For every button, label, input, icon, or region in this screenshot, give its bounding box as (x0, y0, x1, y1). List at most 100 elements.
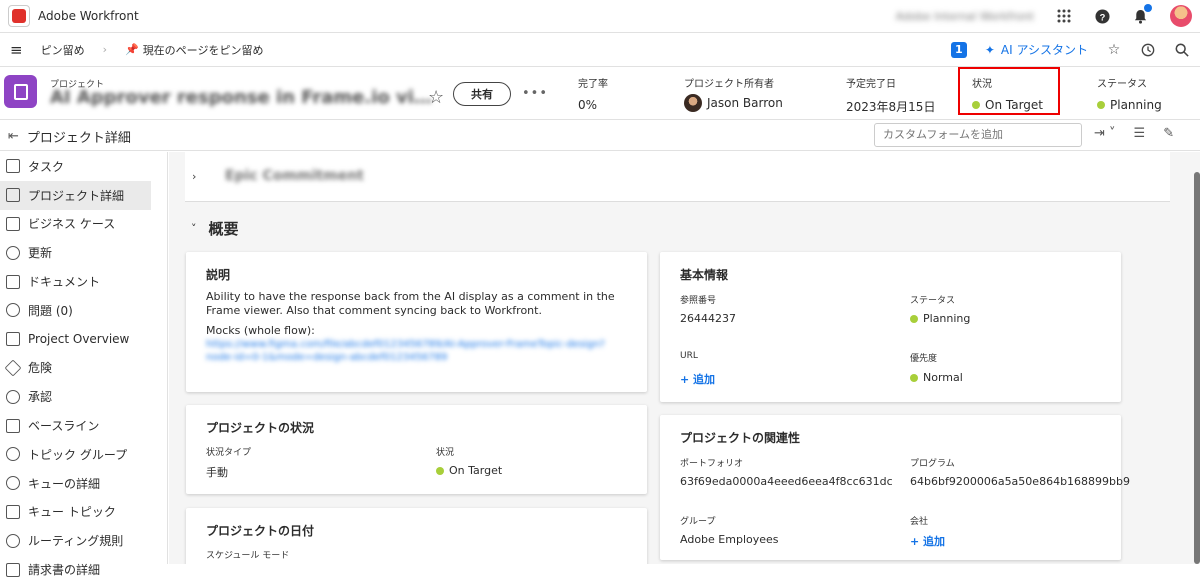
task-icon (6, 159, 20, 174)
company-add-link[interactable]: + 追加 (910, 533, 945, 549)
epic-section-row[interactable]: › Epic Commitment (185, 152, 1170, 202)
star-icon[interactable]: ☆ (1106, 42, 1122, 58)
export-icon[interactable]: ⇥ ˅ (1094, 126, 1116, 141)
sidebar-item-label: 更新 (28, 246, 53, 261)
url-add-link[interactable]: + 追加 (680, 371, 715, 387)
edit-pencil-icon[interactable]: ✎ (1163, 126, 1174, 141)
condition-type-value[interactable]: 手動 (206, 464, 228, 480)
sidebar-item-routing-rules[interactable]: ルーティング規則 (0, 526, 167, 555)
sidebar-item-documents[interactable]: ドキュメント (0, 267, 167, 296)
sidebar-item-issues[interactable]: 問題 (0) (0, 296, 167, 325)
apps-grid-icon[interactable] (1056, 8, 1072, 24)
custom-form-input[interactable] (874, 123, 1082, 147)
ai-assistant-button[interactable]: ✦ AI アシスタント (985, 41, 1088, 58)
status-value[interactable]: Planning (1110, 98, 1162, 112)
more-options-icon[interactable]: ••• (522, 86, 548, 101)
sidebar-item-project-details[interactable]: プロジェクト詳細 (0, 180, 151, 210)
project-name[interactable]: AI Approver response in Frame.io vi… (50, 87, 432, 108)
portfolio-label: ポートフォリオ (680, 459, 744, 469)
due-date-label: 予定完了日 (846, 79, 896, 90)
basic-status-label: ステータス (910, 296, 956, 306)
mocks-label: Mocks (whole flow): (206, 324, 315, 337)
user-avatar[interactable] (1170, 5, 1192, 27)
highlight-box (958, 67, 1060, 115)
sidebar-item-label: 承認 (28, 390, 53, 405)
company-label: 会社 (910, 517, 929, 527)
hamburger-menu-icon[interactable]: ≡ (10, 41, 23, 59)
portfolio-value[interactable]: 63f69eda0000a4eeed6eea4f8cc631dc (680, 475, 893, 488)
help-icon[interactable]: ? (1094, 8, 1110, 24)
program-label: プログラム (910, 459, 955, 469)
sidebar-item-label: ビジネス ケース (28, 217, 116, 232)
basic-info-card: 基本情報 参照番号 26444237 ステータス Planning URL + … (660, 252, 1121, 402)
condition-value[interactable]: On Target (449, 464, 502, 477)
owner-avatar[interactable] (684, 94, 702, 112)
routing-icon (6, 533, 20, 548)
basic-status-value[interactable]: Planning (923, 312, 970, 325)
collapse-panel-icon[interactable]: ⇤ (8, 129, 19, 144)
notification-count-badge[interactable]: 1 (950, 41, 967, 58)
workfront-logo-icon[interactable] (8, 5, 30, 27)
completion-field: 完了率 0% (578, 75, 608, 112)
due-date-value[interactable]: 2023年8月15日 (846, 98, 935, 115)
owner-label: プロジェクト所有者 (684, 79, 774, 90)
url-label: URL (680, 351, 698, 361)
description-title: 説明 (206, 268, 231, 282)
history-icon[interactable] (1140, 42, 1156, 58)
risk-icon (4, 359, 22, 377)
group-value[interactable]: Adobe Employees (680, 533, 779, 546)
sidebar-item-queue-details[interactable]: キューの詳細 (0, 469, 167, 498)
favorite-star-icon[interactable]: ☆ (428, 87, 444, 108)
sidebar-item-project-overview[interactable]: Project Overview (0, 325, 167, 354)
priority-dot-icon (910, 373, 918, 382)
owner-field: プロジェクト所有者 Jason Barron (684, 75, 783, 112)
notifications-bell-icon[interactable] (1132, 4, 1152, 24)
condition-type-label: 状況タイプ (206, 448, 252, 458)
sidebar-item-topic-groups[interactable]: トピック グループ (0, 440, 167, 469)
priority-value[interactable]: Normal (923, 371, 963, 384)
business-case-icon (6, 216, 20, 231)
sidebar-item-baselines[interactable]: ベースライン (0, 411, 167, 440)
sidebar-item-label: ベースライン (28, 419, 100, 434)
sidebar-item-invoice-details[interactable]: 請求書の詳細 (0, 555, 167, 584)
program-value[interactable]: 64b6bf9200006a5a50e864b168899bb9 (910, 475, 1130, 488)
status-label: ステータス (1097, 79, 1147, 90)
sidebar-item-queue-topics[interactable]: キュー トピック (0, 498, 167, 527)
queue-icon (6, 476, 20, 491)
status-dot-icon (1097, 101, 1105, 109)
overview-section-header[interactable]: ˅ 概要 (191, 218, 239, 239)
sidebar-item-approvals[interactable]: 承認 (0, 382, 167, 411)
pin-bar: ≡ ピン留め › 📌 現在のページをピン留め 1 ✦ AI アシスタント ☆ (0, 33, 1200, 67)
ref-value: 26444237 (680, 312, 736, 325)
sidebar-item-business-case[interactable]: ビジネス ケース (0, 210, 167, 239)
sidebar-item-updates[interactable]: 更新 (0, 238, 167, 267)
queue-topic-icon (6, 504, 20, 519)
project-status-title: プロジェクトの状況 (206, 421, 315, 435)
owner-value[interactable]: Jason Barron (707, 96, 783, 110)
chevron-right-icon[interactable]: › (192, 170, 196, 183)
scrollbar[interactable] (1194, 172, 1200, 564)
pin-label[interactable]: ピン留め (41, 42, 85, 58)
overview-icon (6, 332, 20, 347)
overview-title: 概要 (208, 220, 239, 238)
top-bar: Adobe Workfront Adobe Internal Workfront… (0, 0, 1200, 33)
sidebar-item-label: トピック グループ (28, 447, 128, 462)
sidebar-item-risks[interactable]: 危険 (0, 354, 167, 383)
project-dates-title: プロジェクトの日付 (206, 524, 315, 538)
epic-label: Epic Commitment (225, 168, 364, 184)
share-button[interactable]: 共有 (453, 82, 511, 106)
details-title: プロジェクト詳細 (26, 131, 131, 146)
description-card: 説明 Ability to have the response back fro… (186, 252, 647, 392)
mocks-link[interactable]: https://www.figma.com/file/abcdef0123456… (206, 338, 626, 364)
topic-group-icon (6, 447, 20, 462)
document-icon (6, 274, 20, 289)
project-header: プロジェクト AI Approver response in Frame.io … (0, 67, 1200, 120)
sidebar-item-label: ドキュメント (28, 275, 101, 290)
ai-assistant-label: AI アシスタント (1000, 43, 1088, 57)
sidebar-item-tasks[interactable]: タスク (0, 152, 167, 181)
chevron-right-icon: › (102, 43, 107, 56)
pin-current-page-button[interactable]: 📌 現在のページをピン留め (125, 42, 263, 58)
condition-dot-icon (436, 466, 444, 475)
search-icon[interactable] (1174, 42, 1190, 58)
list-view-icon[interactable]: ☰ (1134, 126, 1146, 141)
